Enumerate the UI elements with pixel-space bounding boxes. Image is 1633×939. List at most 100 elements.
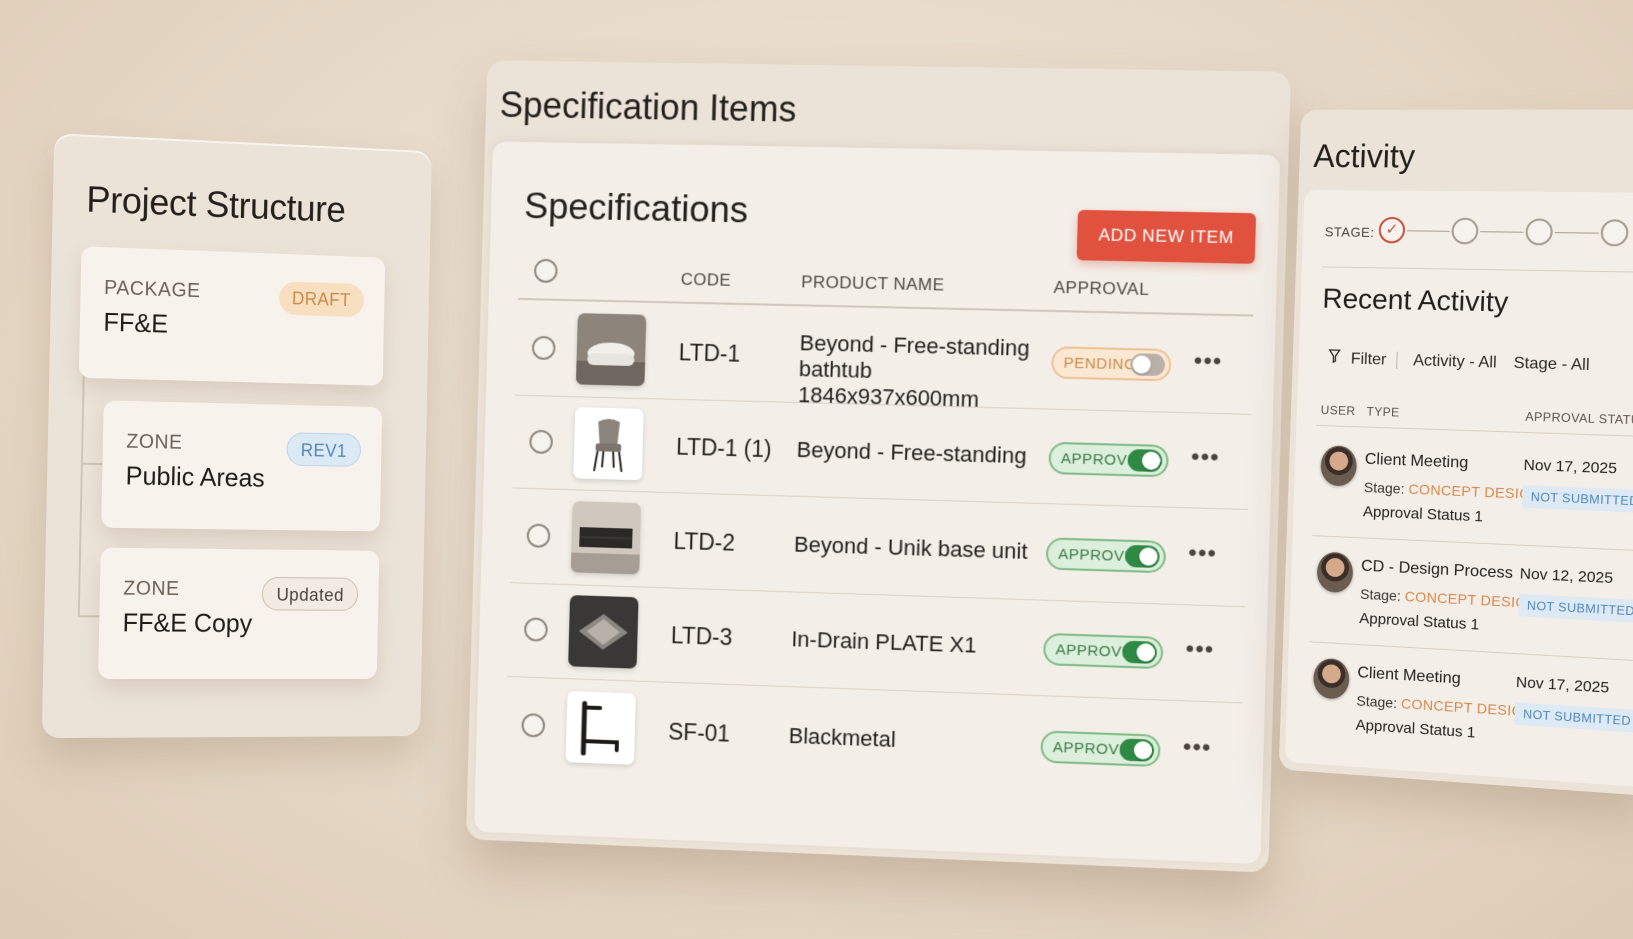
row-select-checkbox[interactable] <box>523 617 548 642</box>
card-kind: ZONE <box>123 577 180 600</box>
stage-step[interactable] <box>1451 217 1479 245</box>
row-select-checkbox[interactable] <box>526 523 551 548</box>
project-structure-title: Project Structure <box>85 178 346 230</box>
activity-approval-status: Approval Status 1 <box>1362 503 1484 526</box>
tree-connector <box>77 615 100 618</box>
row-select-checkbox[interactable] <box>529 429 554 455</box>
more-options-icon[interactable]: ••• <box>1188 540 1218 569</box>
activity-card: STAGE: ✓ Recent Activity Filter Activity… <box>1284 189 1633 788</box>
activity-stage: Stage: CONCEPT DESIGN <box>1356 692 1535 720</box>
select-all-checkbox[interactable] <box>533 258 558 283</box>
more-options-icon[interactable]: ••• <box>1191 444 1221 473</box>
card-kind: ZONE <box>126 430 183 454</box>
base-unit-image <box>570 501 642 575</box>
avatar <box>1316 551 1354 594</box>
specifications-heading: Specifications <box>523 185 749 231</box>
project-structure-panel: Project Structure PACKAGE FF&E DRAFT ZON… <box>41 133 432 739</box>
recent-activity-title: Recent Activity <box>1322 282 1509 318</box>
row-code: SF-01 <box>667 718 731 747</box>
specification-items-title: Specification Items <box>499 84 797 130</box>
specification-items-panel: Specification Items Specifications ADD N… <box>465 60 1291 873</box>
toggle-switch[interactable] <box>1124 544 1160 569</box>
column-header-code: CODE <box>680 269 732 290</box>
approval-toggle[interactable]: PENDING <box>1051 346 1172 382</box>
status-badge: NOT SUBMITTED <box>1522 485 1633 513</box>
status-badge: Updated <box>261 576 359 611</box>
card-name: Public Areas <box>125 460 266 493</box>
stage-filter-dropdown[interactable]: Stage - All <box>1513 355 1590 374</box>
row-code: LTD-3 <box>670 622 733 651</box>
approval-toggle[interactable]: APPROVED <box>1045 537 1167 574</box>
toggle-switch[interactable] <box>1130 353 1166 377</box>
filter-button[interactable]: Filter <box>1350 350 1398 369</box>
row-select-checkbox[interactable] <box>531 335 556 361</box>
stage-connector <box>1554 232 1599 234</box>
status-badge: NOT SUBMITTED <box>1514 702 1633 733</box>
avatar <box>1320 445 1358 487</box>
approval-status-label: PENDING <box>1063 354 1137 374</box>
activity-type: Client Meeting <box>1357 664 1462 688</box>
row-product-name: Blackmetal <box>788 722 897 752</box>
activity-approval-status: Approval Status 1 <box>1359 609 1480 634</box>
row-product-name: Beyond - Unik base unit <box>793 531 1028 564</box>
activity-type: Client Meeting <box>1364 450 1469 472</box>
row-product-name: In-Drain PLATE X1 <box>791 626 977 658</box>
row-code: LTD-1 <box>678 339 741 367</box>
stage-step[interactable] <box>1525 218 1554 246</box>
activity-stage: Stage: CONCEPT DESIGN <box>1363 478 1542 503</box>
activity-date: Nov 12, 2025 <box>1519 565 1614 588</box>
bathtub-image <box>575 313 647 387</box>
row-code: LTD-2 <box>673 527 736 556</box>
stage-step-complete-icon[interactable]: ✓ <box>1378 216 1406 244</box>
status-badge: NOT SUBMITTED <box>1518 593 1633 624</box>
column-header-type: TYPE <box>1366 404 1400 420</box>
chair-image <box>573 407 644 481</box>
row-code: LTD-1 (1) <box>675 433 772 463</box>
row-product-name: Beyond - Free-standing <box>796 436 1027 469</box>
more-options-icon[interactable]: ••• <box>1185 636 1215 665</box>
activity-approval-status: Approval Status 1 <box>1355 716 1476 742</box>
zone-card[interactable]: ZONE FF&E Copy Updated <box>98 547 380 680</box>
activity-title: Activity <box>1312 137 1416 175</box>
status-badge: REV1 <box>286 432 362 467</box>
column-header-product-name: PRODUCT NAME <box>801 272 945 295</box>
row-select-checkbox[interactable] <box>521 713 546 738</box>
approval-toggle[interactable]: APPROVED <box>1042 632 1164 670</box>
specifications-card: Specifications ADD NEW ITEM CODE PRODUCT… <box>473 141 1281 865</box>
drain-plate-image <box>568 595 639 669</box>
status-badge: DRAFT <box>278 281 365 318</box>
column-header-user: USER <box>1320 402 1356 419</box>
stage-connector <box>1406 230 1450 232</box>
activity-row[interactable]: Client Meeting Stage: CONCEPT DESIGN App… <box>1293 434 1633 551</box>
more-options-icon[interactable]: ••• <box>1193 348 1223 377</box>
stage-divider <box>1321 266 1633 274</box>
card-name: FF&E Copy <box>122 607 253 638</box>
stage-step[interactable] <box>1600 219 1629 247</box>
column-header-approval: APPROVAL <box>1053 277 1150 300</box>
zone-card[interactable]: ZONE Public Areas REV1 <box>101 400 383 532</box>
approval-toggle[interactable]: APPROVED <box>1040 730 1161 768</box>
package-card[interactable]: PACKAGE FF&E DRAFT <box>78 246 386 386</box>
more-options-icon[interactable]: ••• <box>1182 734 1212 763</box>
stage-connector <box>1480 231 1524 233</box>
funnel-icon[interactable] <box>1328 349 1341 368</box>
toggle-switch[interactable] <box>1122 640 1158 664</box>
avatar <box>1312 657 1350 700</box>
card-kind: PACKAGE <box>103 276 201 303</box>
toggle-switch[interactable] <box>1127 448 1163 473</box>
tree-connector <box>80 462 103 466</box>
approval-toggle[interactable]: APPROVED <box>1048 441 1169 478</box>
row-product-name: Beyond - Free-standing bathtub 1846x937x… <box>797 330 1030 412</box>
add-new-item-button[interactable]: ADD NEW ITEM <box>1076 209 1257 264</box>
activity-type: CD - Design Process <box>1360 557 1514 583</box>
toggle-switch[interactable] <box>1119 738 1155 762</box>
tree-connector <box>77 369 85 618</box>
activity-filter-dropdown[interactable]: Activity - All <box>1413 352 1497 372</box>
stage-label: STAGE: <box>1324 224 1375 240</box>
filter-bar: Filter Activity - All Stage - All <box>1328 349 1602 376</box>
column-header-approval-status: APPROVAL STATU <box>1525 409 1633 428</box>
card-name: FF&E <box>103 306 169 339</box>
activity-date: Nov 17, 2025 <box>1523 456 1618 478</box>
activity-date: Nov 17, 2025 <box>1515 673 1610 697</box>
activity-row[interactable]: Client Meeting Stage: CONCEPT DESIGN App… <box>1285 646 1633 771</box>
